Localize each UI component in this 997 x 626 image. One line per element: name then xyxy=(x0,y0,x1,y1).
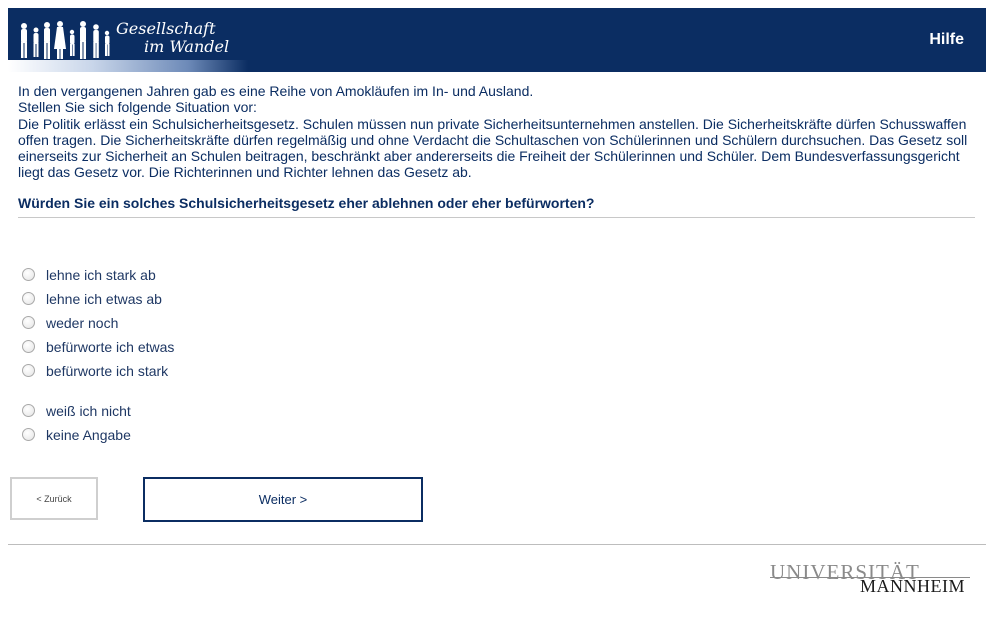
question-title: Würden Sie ein solches Schulsicherheitsg… xyxy=(18,195,975,218)
option-label[interactable]: weiß ich nicht xyxy=(46,403,131,419)
university-name-line-2: MANNHEIM xyxy=(860,576,965,596)
back-button[interactable]: < Zurück xyxy=(10,477,98,520)
option-label[interactable]: lehne ich etwas ab xyxy=(46,291,162,307)
intro-line: Die Politik erlässt ein Schulsicherheits… xyxy=(18,115,968,181)
footer-divider xyxy=(8,544,986,545)
radio-button[interactable] xyxy=(22,340,35,353)
people-silhouette-icon xyxy=(21,21,110,59)
radio-button[interactable] xyxy=(22,364,35,377)
option-label[interactable]: lehne ich stark ab xyxy=(46,267,156,283)
logo-line-1: Gesellschaft xyxy=(116,19,216,38)
question-intro: In den vergangenen Jahren gab es eine Re… xyxy=(18,83,983,181)
radio-button[interactable] xyxy=(22,268,35,281)
next-button[interactable]: Weiter > xyxy=(143,477,423,522)
help-link[interactable]: Hilfe xyxy=(929,31,964,49)
option-label[interactable]: keine Angabe xyxy=(46,427,131,443)
intro-line: Stellen Sie sich folgende Situation vor: xyxy=(18,99,257,116)
option-label[interactable]: weder noch xyxy=(46,315,118,331)
survey-logo: Gesellschaft im Wandel xyxy=(8,8,248,72)
university-logo: UNIVERSITÄT MANNHEIM xyxy=(770,560,970,600)
intro-line: In den vergangenen Jahren gab es eine Re… xyxy=(18,83,534,99)
logo-line-2: im Wandel xyxy=(144,37,230,56)
radio-button[interactable] xyxy=(22,428,35,441)
radio-button[interactable] xyxy=(22,292,35,305)
option-label[interactable]: befürworte ich stark xyxy=(46,363,168,379)
logo-text: Gesellschaft im Wandel xyxy=(116,20,229,56)
header-bar: Gesellschaft im Wandel Hilfe xyxy=(8,8,986,72)
option-label[interactable]: befürworte ich etwas xyxy=(46,339,174,355)
radio-button[interactable] xyxy=(22,316,35,329)
radio-button[interactable] xyxy=(22,404,35,417)
